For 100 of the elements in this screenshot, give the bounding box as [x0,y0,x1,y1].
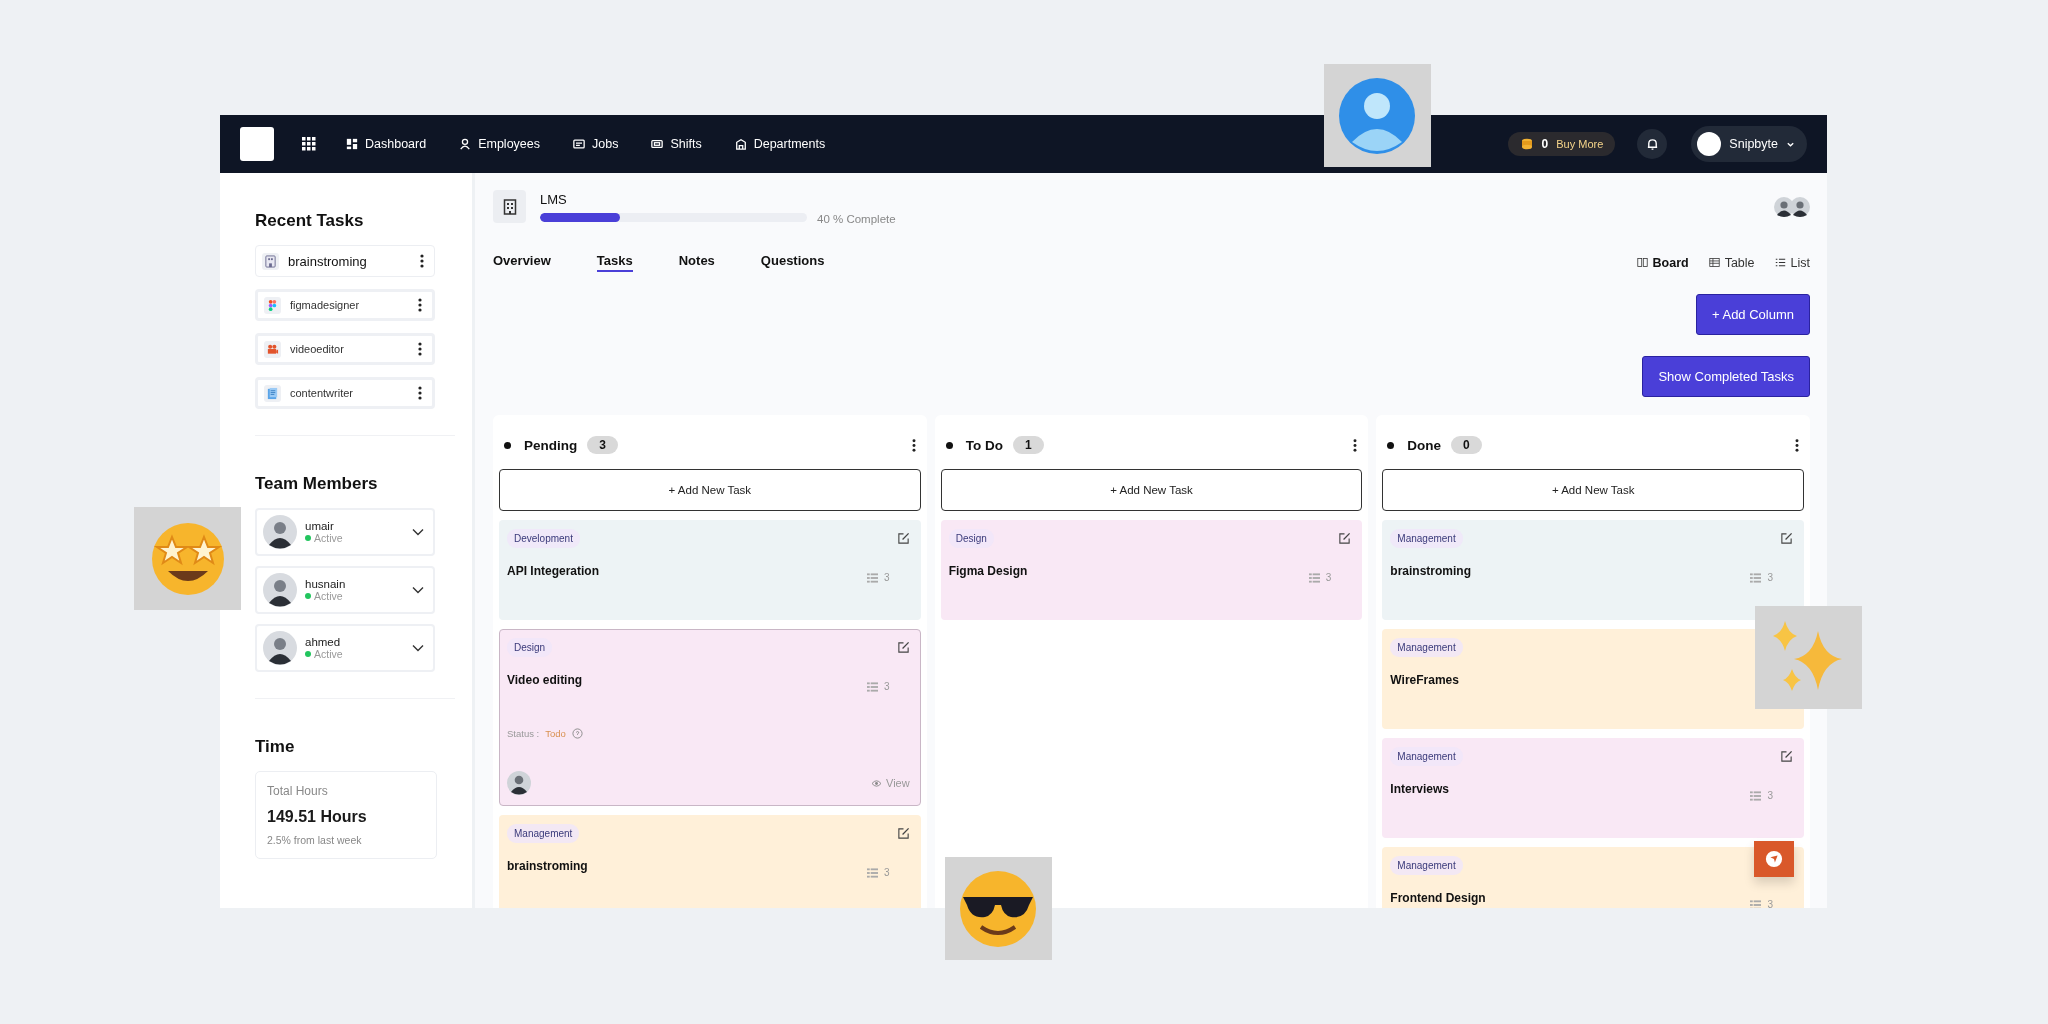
edit-icon[interactable] [896,532,910,545]
status-value: Todo [545,728,566,739]
nav-link[interactable]: Jobs [573,137,619,151]
add-task-button[interactable]: + Add New Task [940,469,1363,511]
checklist-icon [1750,790,1762,801]
category-tag: Design [507,638,553,657]
edit-icon[interactable] [896,827,910,840]
subtask-count: 3 [1767,899,1773,908]
more-options-icon[interactable] [418,298,422,312]
more-options-icon[interactable] [1795,438,1799,452]
count-badge: 3 [587,436,618,454]
action-button[interactable]: Show Completed Tasks [1642,356,1810,397]
count-badge: 1 [1012,436,1044,454]
recent-task-item[interactable]: figmadesigner [255,289,435,321]
task-title: Video editing [507,673,583,687]
tab[interactable]: Tasks [596,253,633,272]
nav-link[interactable]: Departments [734,137,826,151]
task-title: brainstroming [1390,564,1471,578]
building-icon [502,198,517,215]
task-card[interactable]: Development API Integeration 3 [499,520,921,620]
avatar-icon [263,515,297,549]
credits-button[interactable]: 0 Buy More [1507,132,1616,156]
apps-grid-icon[interactable] [302,137,316,151]
member-status: Active [314,648,343,660]
building-icon [264,254,277,268]
team-member-card[interactable]: umair Active [255,508,435,556]
task-card[interactable]: Management brainstroming 3 [499,815,921,908]
checklist-icon [867,572,879,583]
nav-link[interactable]: Shifts [651,137,702,151]
view-toggle[interactable]: Board [1636,255,1689,270]
recent-task-item[interactable]: videoeditor [255,333,435,365]
category-tag: Management [507,824,580,843]
add-task-button[interactable]: + Add New Task [1382,469,1804,511]
buy-more-link[interactable]: Buy More [1556,138,1604,150]
more-options-icon[interactable] [1353,438,1358,452]
table-icon [1708,257,1720,268]
task-card[interactable]: Design Video editing 3 Status : Todo View [499,629,921,806]
ticket-icon [651,138,664,150]
category-tag: Management [1390,638,1463,657]
more-options-icon[interactable] [911,438,916,452]
task-card[interactable]: Management brainstroming 3 [1382,520,1804,620]
view-toggle[interactable]: Table [1708,255,1755,270]
category-tag: Management [1390,856,1463,875]
user-avatar-icon [1697,132,1722,156]
tab[interactable]: Questions [760,253,825,272]
bullet-icon [945,441,953,449]
subtask-count: 3 [884,681,890,692]
task-title: Figma Design [948,564,1028,578]
tab[interactable]: Overview [493,253,551,272]
video-camera-icon [266,342,279,356]
category-tag: Design [948,529,994,548]
more-options-icon[interactable] [418,386,422,400]
nav-link[interactable]: Employees [459,137,540,151]
help-icon [571,728,583,739]
category-tag: Management [1390,529,1463,548]
task-card[interactable]: Management Interviews 3 [1382,738,1804,838]
floating-action-button[interactable] [1754,841,1794,877]
sunglasses-emoji-icon [945,857,1052,960]
time-change: 2.5% from last week [267,834,363,846]
avatar-icon [1790,196,1810,217]
tab[interactable]: Notes [678,253,715,272]
recent-task-item[interactable]: contentwriter [255,377,435,409]
more-options-icon[interactable] [420,254,424,268]
more-options-icon[interactable] [418,342,422,356]
avatar-icon [263,573,297,607]
view-toggle[interactable]: List [1774,255,1810,270]
count-badge: 0 [1451,436,1482,454]
bell-icon [1645,137,1659,151]
action-button[interactable]: + Add Column [1695,294,1810,335]
columns-icon [1636,257,1648,268]
recent-task-item[interactable]: brainstroming [255,245,435,277]
id-card-icon [573,138,585,150]
section-title: Recent Tasks [255,211,365,231]
progress-text: 40 % Complete [817,212,896,225]
team-member-card[interactable]: husnain Active [255,566,435,614]
eye-icon [871,778,882,788]
edit-icon[interactable] [896,641,910,654]
sparkles-icon [1755,606,1862,709]
edit-icon[interactable] [1338,532,1352,545]
column-title: To Do [965,437,1003,453]
document-icon [266,386,279,400]
status-dot-icon [305,651,311,657]
task-title: Interviews [1390,782,1450,796]
time-label: Total Hours [267,784,329,798]
user-menu-button[interactable]: Snipbyte [1691,126,1807,162]
notifications-button[interactable] [1637,129,1668,159]
task-card[interactable]: Design Figma Design 3 [940,520,1363,620]
add-task-button[interactable]: + Add New Task [499,469,921,511]
checklist-icon [1750,899,1762,908]
nav-link[interactable]: Dashboard [346,137,427,151]
task-card[interactable]: Management Frontend Design 3 [1382,847,1804,908]
bullet-icon [1387,441,1395,449]
team-member-card[interactable]: ahmed Active [255,624,435,672]
time-value: 149.51 Hours [267,808,368,826]
credit-count: 0 [1541,137,1549,151]
checklist-icon [867,867,879,878]
edit-icon[interactable] [1780,750,1793,763]
checklist-icon [1750,572,1762,583]
edit-icon[interactable] [1780,532,1793,545]
task-card[interactable]: Management WireFrames [1382,629,1804,729]
